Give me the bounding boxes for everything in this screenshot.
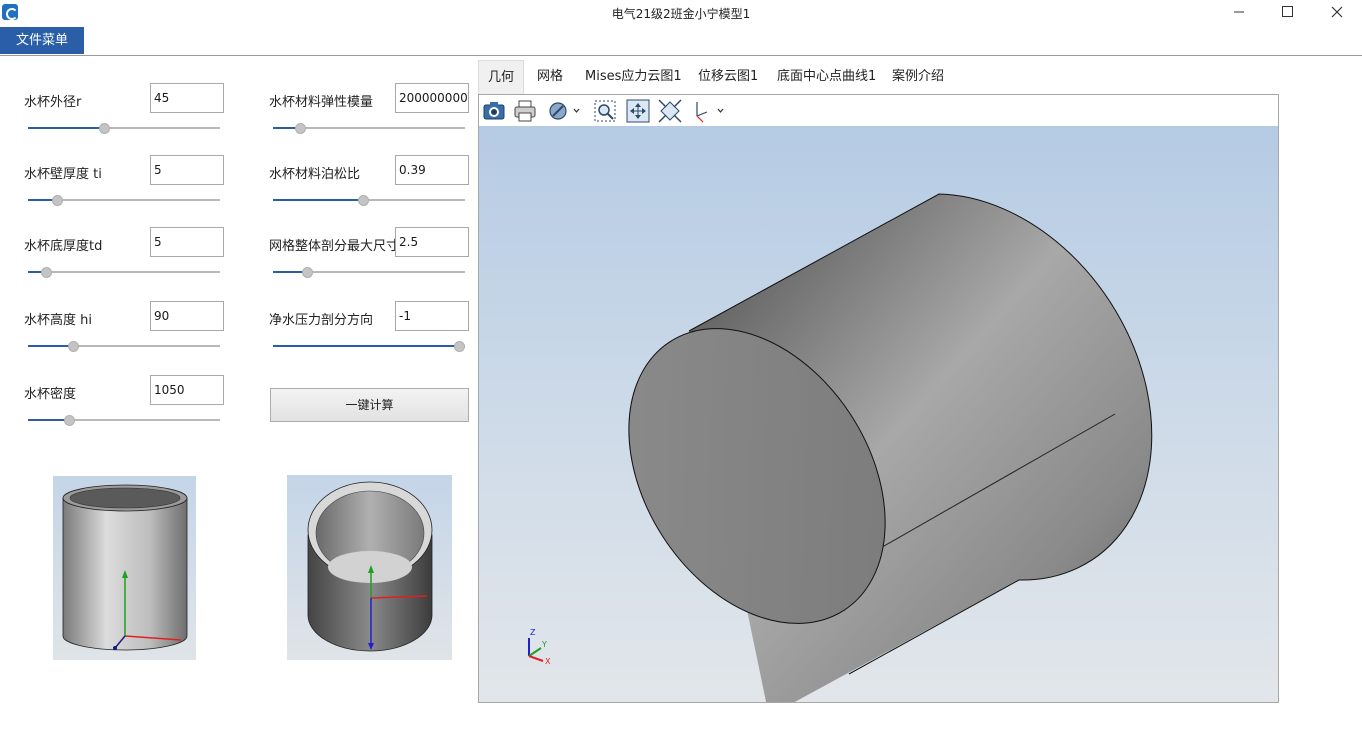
pressure-direction-input[interactable]: -1 [395,301,469,331]
view-axis-triad: Z Y X [528,628,551,666]
param-label-mesh-size: 网格整体剖分最大尺寸 [269,239,400,254]
param-label-pressure-direction: 净水压力剖分方向 [269,313,374,328]
outer-radius-slider[interactable] [28,122,220,134]
tab-case-intro[interactable]: 案例介绍 [892,60,944,94]
outer-radius-input[interactable]: 45 [150,83,224,113]
triad-z-label: Z [530,628,536,637]
triad-y-label: Y [541,640,547,649]
param-label-outer-radius: 水杯外径r [24,95,82,110]
slider-thumb[interactable] [99,123,110,134]
cup-top-preview-image [287,475,452,660]
camera-icon[interactable] [481,98,507,124]
density-input[interactable]: 1050 [150,375,224,405]
poisson-ratio-slider[interactable] [273,194,465,206]
cylinder-model[interactable]: Z Y X [479,126,1278,716]
slider-thumb[interactable] [295,123,306,134]
result-tabs: 几何 网格 Mises应力云图1 位移云图1 底面中心点曲线1 案例介绍 [478,60,1278,94]
bottom-thickness-slider[interactable] [28,266,220,278]
window-title: 电气21级2班金小宁模型1 [611,7,751,21]
zoom-window-icon[interactable] [592,98,618,124]
viewer-toolbar [479,95,1278,126]
param-label-wall-thickness: 水杯壁厚度 ti [24,167,102,182]
param-label-poisson-ratio: 水杯材料泊松比 [269,167,361,182]
density-slider[interactable] [28,414,220,426]
geometry-viewer[interactable]: Z Y X [478,94,1279,716]
close-icon[interactable] [1314,0,1360,26]
slider-thumb[interactable] [358,195,369,206]
tab-bottom-center-curve[interactable]: 底面中心点曲线1 [777,60,876,94]
slider-thumb[interactable] [68,341,79,352]
poisson-ratio-input[interactable]: 0.39 [395,155,469,185]
fit-all-icon[interactable] [625,98,651,124]
param-label-elastic-modulus: 水杯材料弹性模量 [269,95,374,110]
slider-thumb[interactable] [52,195,63,206]
slider-thumb[interactable] [41,267,52,278]
mesh-size-slider[interactable] [273,266,465,278]
slider-thumb[interactable] [454,341,465,352]
slider-thumb[interactable] [302,267,313,278]
triad-x-label: X [545,657,551,666]
menu-bar: 文件菜单 [0,26,1362,56]
elastic-modulus-slider[interactable] [273,122,465,134]
file-menu-button[interactable]: 文件菜单 [0,27,84,54]
param-label-density: 水杯密度 [24,387,77,402]
maximize-icon[interactable] [1264,0,1310,26]
view-direction-icon[interactable] [657,98,683,124]
title-bar: 电气21级2班金小宁模型1 [0,0,1362,26]
slider-thumb[interactable] [64,415,75,426]
tab-geometry[interactable]: 几何 [478,60,524,94]
elastic-modulus-input[interactable]: 2000000000 [395,83,469,113]
tab-mesh[interactable]: 网格 [537,60,563,94]
3d-canvas[interactable]: Z Y X [479,126,1278,716]
tab-mises-stress[interactable]: Mises应力云图1 [585,60,682,94]
pressure-direction-slider[interactable] [273,340,465,352]
wall-thickness-input[interactable]: 5 [150,155,224,185]
param-label-height: 水杯高度 hi [24,313,92,328]
minimize-icon[interactable] [1216,0,1262,26]
print-icon[interactable] [512,98,538,124]
height-slider[interactable] [28,340,220,352]
cup-side-preview-image [53,476,196,660]
mesh-size-input[interactable]: 2.5 [395,227,469,257]
bottom-thickness-input[interactable]: 5 [150,227,224,257]
wall-thickness-slider[interactable] [28,194,220,206]
tab-displacement[interactable]: 位移云图1 [698,60,758,94]
calculate-button[interactable]: 一键计算 [270,388,469,422]
param-label-bottom-thickness: 水杯底厚度td [24,239,103,254]
height-input[interactable]: 90 [150,301,224,331]
display-mode-icon[interactable] [547,98,581,124]
axis-triad-icon[interactable] [689,98,725,124]
